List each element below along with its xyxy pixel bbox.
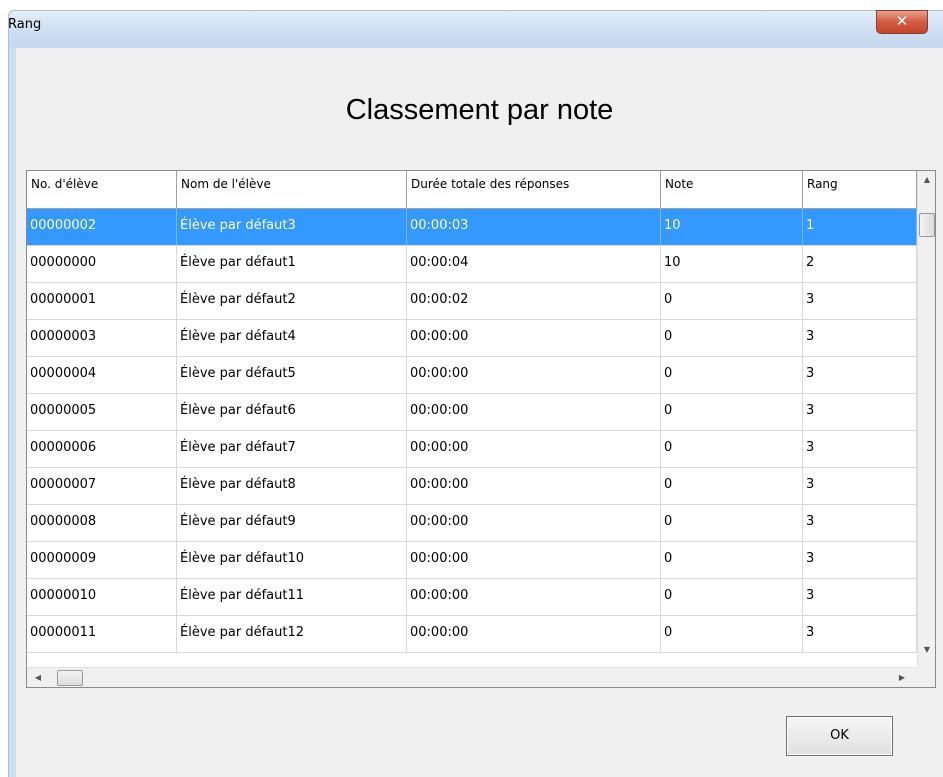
scroll-up-icon[interactable]: ▲	[918, 171, 935, 189]
horizontal-scroll-thumb[interactable]	[57, 670, 83, 686]
vertical-scrollbar[interactable]: ▲ ▼	[917, 171, 935, 667]
scroll-down-icon[interactable]: ▼	[918, 641, 935, 659]
cell-total-duration: 00:00:00	[407, 320, 661, 356]
cell-rank: 3	[803, 357, 917, 393]
cell-rank: 3	[803, 320, 917, 356]
cell-student-name: Élève par défaut10	[177, 542, 407, 578]
scroll-left-icon[interactable]: ◀	[29, 668, 47, 687]
horizontal-scrollbar[interactable]: ◀ ▶	[27, 667, 917, 687]
cell-rank: 1	[803, 209, 917, 245]
table-row[interactable]: 00000003 Élève par défaut4 00:00:00 0 3	[27, 320, 917, 357]
table-row[interactable]: 00000010 Élève par défaut11 00:00:00 0 3	[27, 579, 917, 616]
cell-student-number: 00000005	[27, 394, 177, 430]
cell-note: 10	[661, 209, 803, 245]
cell-student-name: Élève par défaut12	[177, 616, 407, 652]
column-header-student-number[interactable]: No. d'élève	[27, 171, 177, 209]
cell-rank: 3	[803, 505, 917, 541]
dialog-client: Classement par note No. d'élève Nom de l…	[16, 48, 943, 777]
cell-student-number: 00000011	[27, 616, 177, 652]
cell-total-duration: 00:00:00	[407, 357, 661, 393]
column-header-note[interactable]: Note	[661, 171, 803, 209]
cell-note: 0	[661, 283, 803, 319]
cell-rank: 3	[803, 394, 917, 430]
page-title: Classement par note	[345, 94, 614, 126]
table-row[interactable]: 00000009 Élève par défaut10 00:00:00 0 3	[27, 542, 917, 579]
table-row[interactable]: 00000007 Élève par défaut8 00:00:00 0 3	[27, 468, 917, 505]
table-row[interactable]: 00000011 Élève par défaut12 00:00:00 0 3	[27, 616, 917, 653]
cell-note: 0	[661, 394, 803, 430]
vertical-scroll-thumb[interactable]	[919, 213, 935, 237]
cell-student-number: 00000006	[27, 431, 177, 467]
table-row[interactable]: 00000005 Élève par défaut6 00:00:00 0 3	[27, 394, 917, 431]
cell-student-name: Élève par défaut6	[177, 394, 407, 430]
cell-note: 0	[661, 542, 803, 578]
cell-student-name: Élève par défaut8	[177, 468, 407, 504]
scrollbar-corner	[917, 667, 935, 687]
cell-student-name: Élève par défaut11	[177, 579, 407, 615]
cell-student-name: Élève par défaut3	[177, 209, 407, 245]
cell-student-number: 00000003	[27, 320, 177, 356]
cell-student-name: Élève par défaut7	[177, 431, 407, 467]
cell-student-number: 00000010	[27, 579, 177, 615]
cell-student-name: Élève par défaut5	[177, 357, 407, 393]
cell-student-name: Élève par défaut9	[177, 505, 407, 541]
column-header-student-name[interactable]: Nom de l'élève	[177, 171, 407, 209]
table-header: No. d'élève Nom de l'élève Durée totale …	[27, 171, 917, 209]
cell-total-duration: 00:00:00	[407, 394, 661, 430]
cell-note: 0	[661, 505, 803, 541]
cell-rank: 3	[803, 579, 917, 615]
ranking-table: No. d'élève Nom de l'élève Durée totale …	[26, 170, 936, 688]
cell-student-name: Élève par défaut2	[177, 283, 407, 319]
table-row[interactable]: 00000004 Élève par défaut5 00:00:00 0 3	[27, 357, 917, 394]
cell-total-duration: 00:00:00	[407, 542, 661, 578]
table-row[interactable]: 00000002 Élève par défaut3 00:00:03 10 1	[27, 209, 917, 246]
cell-note: 0	[661, 320, 803, 356]
cell-student-number: 00000009	[27, 542, 177, 578]
cell-rank: 3	[803, 468, 917, 504]
cell-student-number: 00000002	[27, 209, 177, 245]
cell-rank: 3	[803, 431, 917, 467]
cell-student-number: 00000000	[27, 246, 177, 282]
close-button[interactable]: ✕	[876, 10, 928, 34]
ok-button[interactable]: OK	[786, 716, 893, 756]
cell-rank: 3	[803, 542, 917, 578]
title-bar[interactable]	[8, 10, 943, 48]
table-body: 00000002 Élève par défaut3 00:00:03 10 1 000…	[27, 209, 917, 653]
cell-note: 0	[661, 468, 803, 504]
window-title: Rang	[8, 17, 42, 32]
cell-note: 10	[661, 246, 803, 282]
cell-student-name: Élève par défaut1	[177, 246, 407, 282]
column-header-rank[interactable]: Rang	[803, 171, 917, 209]
cell-student-name: Élève par défaut4	[177, 320, 407, 356]
cell-total-duration: 00:00:00	[407, 616, 661, 652]
cell-total-duration: 00:00:00	[407, 431, 661, 467]
cell-student-number: 00000008	[27, 505, 177, 541]
dialog-window: Rang ✕ Classement par note No. d'élève N…	[0, 0, 943, 777]
cell-total-duration: 00:00:00	[407, 468, 661, 504]
cell-rank: 3	[803, 616, 917, 652]
scroll-right-icon[interactable]: ▶	[893, 668, 911, 687]
column-header-total-duration[interactable]: Durée totale des réponses	[407, 171, 661, 209]
cell-rank: 3	[803, 283, 917, 319]
cell-student-number: 00000001	[27, 283, 177, 319]
cell-total-duration: 00:00:03	[407, 209, 661, 245]
table-row[interactable]: 00000001 Élève par défaut2 00:00:02 0 3	[27, 283, 917, 320]
cell-total-duration: 00:00:02	[407, 283, 661, 319]
cell-total-duration: 00:00:00	[407, 505, 661, 541]
cell-student-number: 00000007	[27, 468, 177, 504]
window-frame	[8, 48, 16, 777]
cell-note: 0	[661, 616, 803, 652]
table-row[interactable]: 00000006 Élève par défaut7 00:00:00 0 3	[27, 431, 917, 468]
cell-total-duration: 00:00:00	[407, 579, 661, 615]
cell-note: 0	[661, 357, 803, 393]
cell-total-duration: 00:00:04	[407, 246, 661, 282]
table-row[interactable]: 00000008 Élève par défaut9 00:00:00 0 3	[27, 505, 917, 542]
cell-student-number: 00000004	[27, 357, 177, 393]
table-row[interactable]: 00000000 Élève par défaut1 00:00:04 10 2	[27, 246, 917, 283]
cell-rank: 2	[803, 246, 917, 282]
cell-note: 0	[661, 431, 803, 467]
cell-note: 0	[661, 579, 803, 615]
